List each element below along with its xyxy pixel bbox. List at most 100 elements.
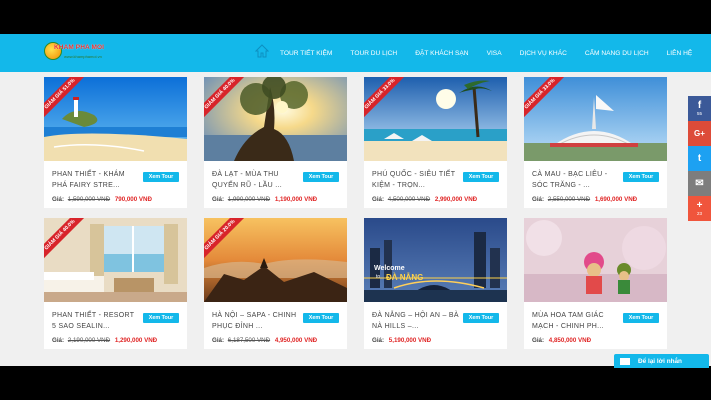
nav-item-lien-he[interactable]: LIÊN HỆ: [667, 50, 693, 57]
share-count: 23: [696, 210, 702, 216]
tour-card[interactable]: GIẢM GIÁ 33.0% PHÚ QUỐC - SIÊU TIẾT KIỆM…: [364, 77, 507, 208]
view-tour-button[interactable]: Xem Tour: [303, 172, 339, 182]
google-plus-share-button[interactable]: G+: [688, 121, 711, 146]
price-label: Giá:: [372, 337, 385, 344]
tour-title[interactable]: HÀ NỘI – SAPA - CHINH PHỤC ĐỈNH ...: [212, 310, 300, 332]
tour-title[interactable]: PHAN THIẾT - KHÁM PHÁ FAIRY STRE...: [52, 169, 140, 191]
old-price: 2,190,000 VNĐ: [67, 337, 111, 344]
logo-subtext: www.khamphamoi.vn: [64, 54, 102, 59]
tour-card[interactable]: GIẢM GIÁ 33.0% CÀ MAU - BẠC LIÊU - SÓC T…: [524, 77, 667, 208]
svg-text:to: to: [376, 274, 380, 280]
view-tour-button[interactable]: Xem Tour: [463, 172, 499, 182]
more-share-button[interactable]: + 23: [688, 196, 711, 221]
svg-text:Welcome: Welcome: [374, 265, 405, 272]
tour-title[interactable]: ĐÀ NẴNG – HỘI AN – BÀ NÀ HILLS –...: [372, 310, 460, 332]
tour-title[interactable]: PHAN THIẾT - RESORT 5 SAO SEALIN...: [52, 310, 140, 332]
leave-message-button[interactable]: Để lại lời nhắn: [614, 354, 709, 368]
discount-ribbon: GIẢM GIÁ 40.0%: [204, 77, 247, 121]
old-price: 1,590,000 VNĐ: [67, 196, 111, 203]
price-row: Giá: 4,850,000 VNĐ: [532, 337, 591, 344]
sale-price: 4,850,000 VNĐ: [548, 337, 592, 344]
logo-text: KHAM PHA MOI: [54, 44, 105, 51]
twitter-share-button[interactable]: t: [688, 146, 711, 171]
tour-image[interactable]: GIẢM GIÁ 33.0%: [524, 77, 667, 161]
nav-item-visa[interactable]: VISA: [487, 50, 502, 57]
sale-price: 1,690,000 VNĐ: [594, 196, 638, 203]
sale-price: 1,290,000 VNĐ: [114, 337, 158, 344]
home-icon[interactable]: [255, 44, 269, 58]
plus-icon: +: [696, 199, 703, 211]
tour-image[interactable]: GIẢM GIÁ 40.0%: [44, 218, 187, 302]
google-plus-icon: G+: [694, 128, 705, 138]
price-row: Giá: 5,190,000 VNĐ: [372, 337, 431, 344]
view-tour-button[interactable]: Xem Tour: [143, 313, 179, 323]
sale-price: 790,000 VNĐ: [114, 196, 152, 203]
price-label: Giá:: [532, 196, 545, 203]
old-price: 2,550,000 VNĐ: [547, 196, 591, 203]
price-label: Giá:: [212, 196, 225, 203]
discount-ribbon: GIẢM GIÁ 20.0%: [204, 218, 247, 262]
price-label: Giá:: [52, 337, 65, 344]
tour-image[interactable]: GIẢM GIÁ 20.0%: [204, 218, 347, 302]
tour-title[interactable]: PHÚ QUỐC - SIÊU TIẾT KIỆM - TRỌN...: [372, 169, 460, 191]
svg-text:ĐÀ NẴNG: ĐÀ NẴNG: [386, 273, 423, 282]
page: KHAM PHA MOI www.khamphamoi.vn TOUR TIẾT…: [0, 34, 711, 366]
price-label: Giá:: [52, 196, 65, 203]
tour-card[interactable]: GIẢM GIÁ 51.0% PHAN THIẾT - KHÁM PHÁ FAI…: [44, 77, 187, 208]
price-label: Giá:: [532, 337, 545, 344]
tour-title[interactable]: MÙA HOA TAM GIÁC MẠCH - CHINH PH...: [532, 310, 620, 332]
view-tour-button[interactable]: Xem Tour: [623, 313, 659, 323]
view-tour-button[interactable]: Xem Tour: [143, 172, 179, 182]
discount-ribbon: GIẢM GIÁ 40.0%: [44, 218, 87, 262]
tour-image[interactable]: [524, 218, 667, 302]
site-logo[interactable]: KHAM PHA MOI www.khamphamoi.vn: [44, 40, 104, 66]
tour-image[interactable]: Welcome to ĐÀ NẴNG: [364, 218, 507, 302]
tour-image[interactable]: GIẢM GIÁ 51.0%: [44, 77, 187, 161]
tour-card[interactable]: GIẢM GIÁ 20.0% HÀ NỘI – SAPA - CHINH PHỤ…: [204, 218, 347, 349]
sale-price: 4,950,000 VNĐ: [274, 337, 318, 344]
facebook-share-button[interactable]: f 55: [688, 96, 711, 121]
view-tour-button[interactable]: Xem Tour: [623, 172, 659, 182]
top-navbar: KHAM PHA MOI www.khamphamoi.vn TOUR TIẾT…: [0, 34, 711, 72]
old-price: 1,990,000 VNĐ: [227, 196, 271, 203]
email-share-button[interactable]: ✉: [688, 171, 711, 196]
price-row: Giá: 4,500,000 VNĐ 2,990,000 VNĐ: [372, 196, 477, 203]
tour-card[interactable]: GIẢM GIÁ 40.0% ĐÀ LẠT - MÙA THU QUYẾN RŨ…: [204, 77, 347, 208]
nav-item-dich-vu-khac[interactable]: DỊCH VỤ KHÁC: [520, 50, 567, 57]
tour-card[interactable]: MÙA HOA TAM GIÁC MẠCH - CHINH PH... Xem …: [524, 218, 667, 349]
discount-ribbon: GIẢM GIÁ 33.0%: [524, 77, 567, 121]
tour-title[interactable]: ĐÀ LẠT - MÙA THU QUYẾN RŨ - LẦU ...: [212, 169, 300, 191]
nav-item-tour-tiet-kiem[interactable]: TOUR TIẾT KIỆM: [280, 50, 332, 57]
nav-item-tour-du-lich[interactable]: TOUR DU LỊCH: [350, 50, 397, 57]
price-label: Giá:: [372, 196, 385, 203]
price-row: Giá: 1,990,000 VNĐ 1,190,000 VNĐ: [212, 196, 317, 203]
tour-image[interactable]: GIẢM GIÁ 40.0%: [204, 77, 347, 161]
twitter-icon: t: [697, 152, 702, 164]
tour-title[interactable]: CÀ MAU - BẠC LIÊU - SÓC TRĂNG - ...: [532, 169, 620, 191]
discount-ribbon: GIẢM GIÁ 51.0%: [44, 77, 87, 121]
main-menu: TOUR TIẾT KIỆM TOUR DU LỊCH ĐẶT KHÁCH SẠ…: [280, 34, 710, 72]
leave-message-label: Để lại lời nhắn: [638, 357, 682, 365]
facebook-icon: f: [697, 99, 702, 111]
tour-image[interactable]: GIẢM GIÁ 33.0%: [364, 77, 507, 161]
nav-item-dat-khach-san[interactable]: ĐẶT KHÁCH SẠN: [415, 50, 468, 57]
price-row: Giá: 6,187,500 VNĐ 4,950,000 VNĐ: [212, 337, 317, 344]
price-row: Giá: 2,190,000 VNĐ 1,290,000 VNĐ: [52, 337, 157, 344]
view-tour-button[interactable]: Xem Tour: [463, 313, 499, 323]
price-label: Giá:: [212, 337, 225, 344]
view-tour-button[interactable]: Xem Tour: [303, 313, 339, 323]
old-price: 4,500,000 VNĐ: [387, 196, 431, 203]
envelope-icon: [620, 357, 630, 365]
email-icon: ✉: [695, 177, 704, 189]
discount-ribbon: GIẢM GIÁ 33.0%: [364, 77, 407, 121]
tour-card[interactable]: GIẢM GIÁ 40.0% PHAN THIẾT - RESORT 5 SAO…: [44, 218, 187, 349]
share-count: 55: [696, 110, 702, 116]
nav-item-cam-nang[interactable]: CẨM NANG DU LỊCH: [585, 50, 649, 57]
price-row: Giá: 1,590,000 VNĐ 790,000 VNĐ: [52, 196, 152, 203]
sale-price: 5,190,000 VNĐ: [388, 337, 432, 344]
old-price: 6,187,500 VNĐ: [227, 337, 271, 344]
social-share-bar: f 55 G+ t ✉ + 23: [688, 96, 711, 221]
sale-price: 2,990,000 VNĐ: [434, 196, 478, 203]
sale-price: 1,190,000 VNĐ: [274, 196, 318, 203]
tour-card[interactable]: Welcome to ĐÀ NẴNG ĐÀ NẴNG – HỘI AN – BÀ…: [364, 218, 507, 349]
